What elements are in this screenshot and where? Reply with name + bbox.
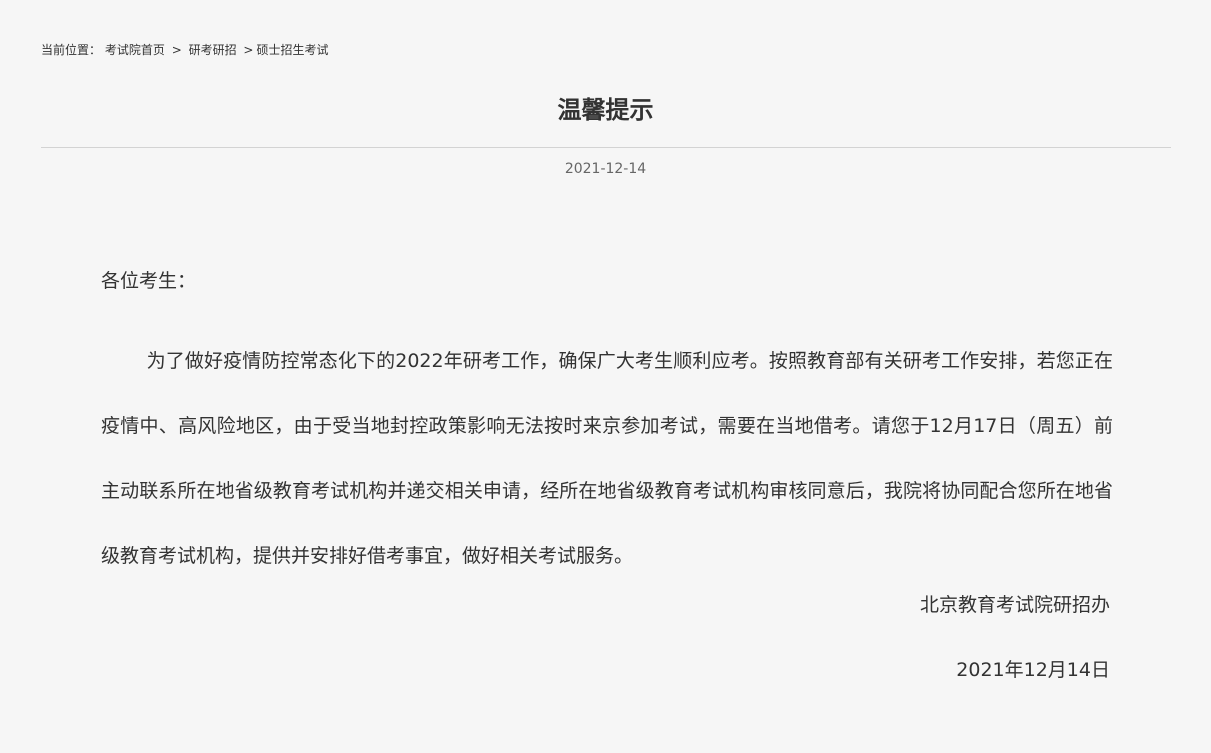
publish-date: 2021-12-14 xyxy=(564,161,647,177)
breadcrumb-prefix: 当前位置： xyxy=(41,43,102,57)
breadcrumb-separator: > xyxy=(171,43,182,57)
breadcrumb-link-home[interactable]: 考试院首页 xyxy=(105,43,165,57)
article-signature: 北京教育考试院研招办 xyxy=(919,594,1110,616)
page: 当前位置： 考试院首页 > 研考研招 > 硕士招生考试 温馨提示 2021-12-… xyxy=(0,0,1211,753)
title-divider xyxy=(41,147,1171,148)
article-body: 为了做好疫情防控常态化下的2022年研考工作，确保广大考生顺利应考。按照教育部有… xyxy=(101,350,1113,567)
breadcrumb-separator: > xyxy=(243,43,254,57)
article-greeting: 各位考生： xyxy=(101,270,197,292)
article-title: 温馨提示 xyxy=(557,96,654,124)
article-signature-date: 2021年12月14日 xyxy=(956,659,1110,681)
breadcrumb: 当前位置： 考试院首页 > 研考研招 > 硕士招生考试 xyxy=(41,42,329,58)
breadcrumb-link-master-exam[interactable]: 硕士招生考试 xyxy=(256,43,328,57)
breadcrumb-link-graduate-exam[interactable]: 研考研招 xyxy=(189,43,237,57)
